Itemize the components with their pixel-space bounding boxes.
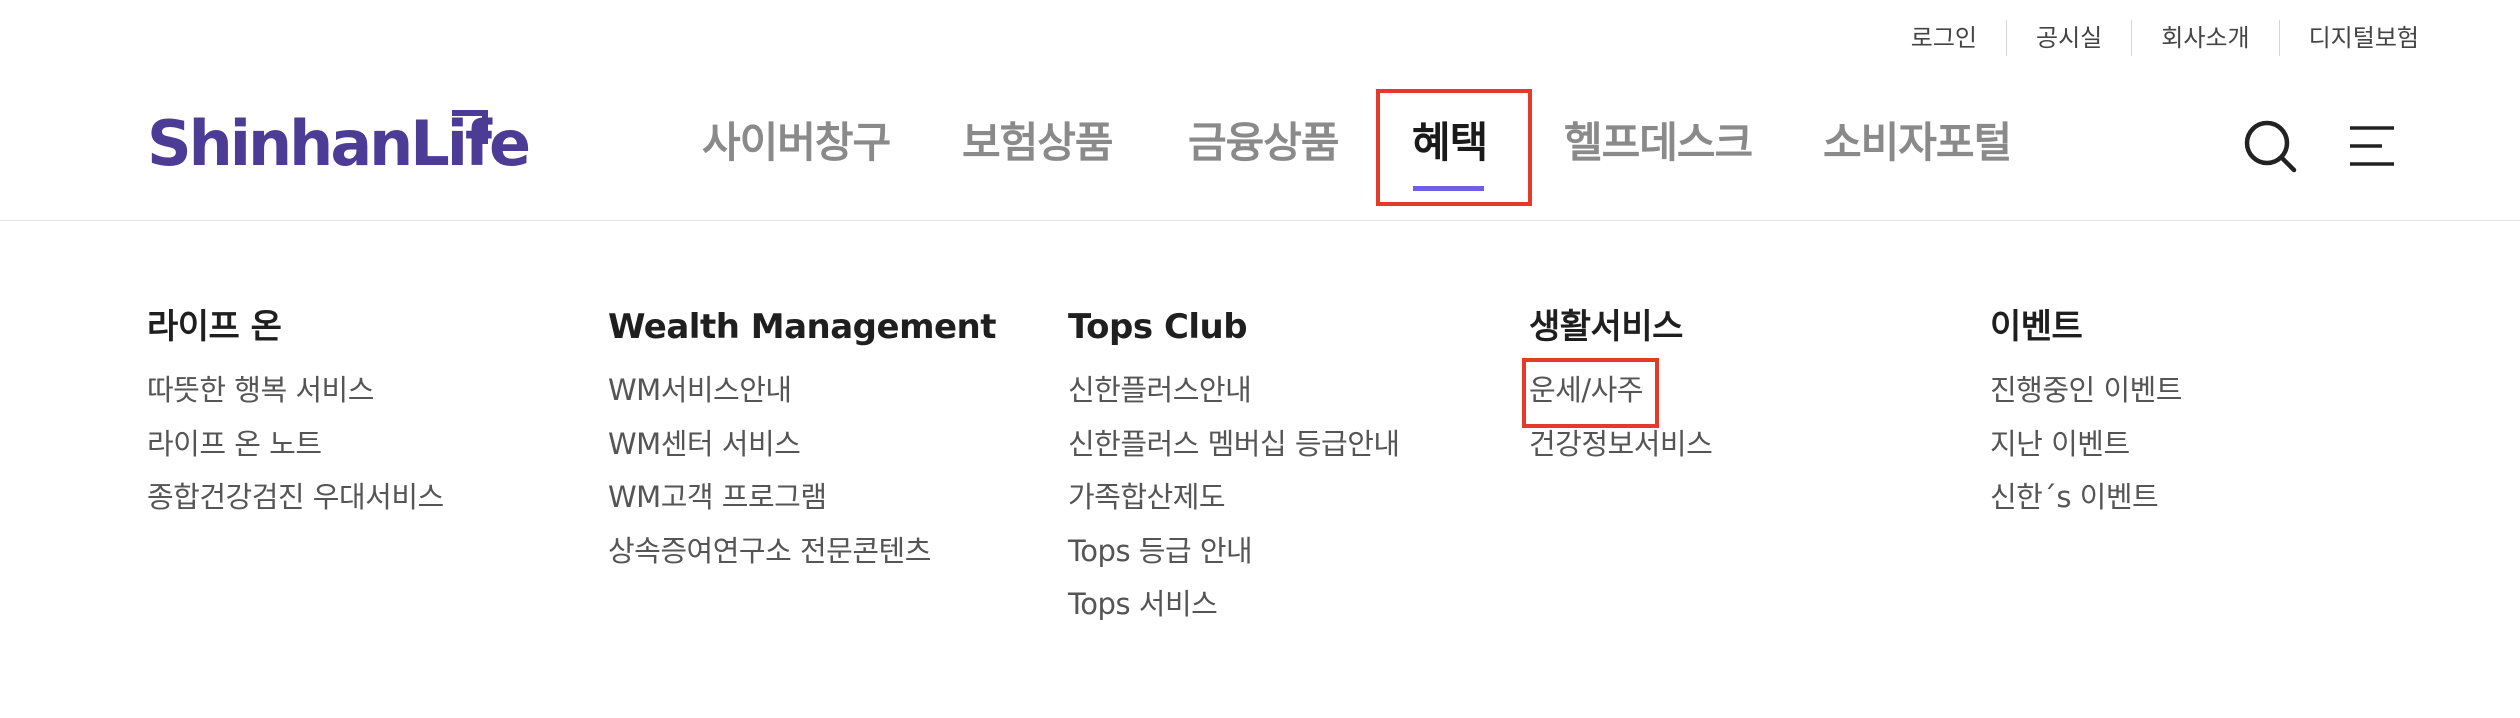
- search-icon[interactable]: [2242, 118, 2298, 174]
- nav-financial-products[interactable]: 금융상품: [1188, 88, 1340, 204]
- menu-item[interactable]: 라이프 온 노트: [147, 418, 444, 472]
- nav-consumer-portal[interactable]: 소비자포털: [1823, 88, 2012, 204]
- nav-help-desk[interactable]: 헬프데스크: [1564, 88, 1753, 204]
- nav-insurance-products[interactable]: 보험상품: [962, 88, 1114, 204]
- utility-nav: 로그인 공시실 회사소개 디지털보험: [1882, 20, 2419, 56]
- menu-item[interactable]: 상속증여연구소 전문콘텐츠: [608, 525, 996, 579]
- menu-item[interactable]: WM고객 프로그램: [608, 471, 996, 525]
- disclosure-link[interactable]: 공시실: [2006, 20, 2131, 56]
- menu-item[interactable]: 진행중인 이벤트: [1990, 364, 2182, 418]
- menu-item[interactable]: 지난 이벤트: [1990, 418, 2182, 472]
- menu-column-events: 이벤트 진행중인 이벤트 지난 이벤트 신한´s 이벤트: [1990, 300, 2182, 525]
- menu-item[interactable]: WM센터 서비스: [608, 418, 996, 472]
- digital-insurance-link[interactable]: 디지털보험: [2278, 20, 2419, 56]
- menu-item[interactable]: 종합건강검진 우대서비스: [147, 471, 444, 525]
- menu-item[interactable]: 신한´s 이벤트: [1990, 471, 2182, 525]
- menu-column-title: 생활서비스: [1529, 307, 1683, 347]
- highlight-box-benefits: [1376, 89, 1532, 206]
- menu-column-title: 라이프 온: [147, 307, 282, 347]
- menu-item[interactable]: Tops 등급 안내: [1068, 525, 1400, 579]
- menu-column-life-on: 라이프 온 따뜻한 행복 서비스 라이프 온 노트 종합건강검진 우대서비스: [147, 300, 444, 525]
- menu-column-title: Wealth Management: [608, 307, 997, 347]
- menu-item[interactable]: WM서비스안내: [608, 364, 996, 418]
- menu-item[interactable]: 따뜻한 행복 서비스: [147, 364, 444, 418]
- main-nav: 사이버창구 보험상품 금융상품 혜택 헬프데스크 소비자포털: [0, 88, 2520, 204]
- menu-item[interactable]: 가족합산제도: [1068, 471, 1400, 525]
- login-link[interactable]: 로그인: [1882, 20, 2006, 56]
- hamburger-menu-icon[interactable]: [2348, 124, 2396, 168]
- menu-column-title: Tops Club: [1068, 307, 1248, 347]
- highlight-box-fortune: [1522, 358, 1659, 428]
- company-intro-link[interactable]: 회사소개: [2131, 20, 2278, 56]
- menu-item[interactable]: Tops 서비스: [1068, 578, 1400, 632]
- menu-column-wealth-management: Wealth Management WM서비스안내 WM센터 서비스 WM고객 …: [608, 300, 997, 579]
- header-divider: [0, 220, 2520, 221]
- menu-item[interactable]: 신한플러스안내: [1068, 364, 1400, 418]
- menu-column-tops-club: Tops Club 신한플러스안내 신한플러스 멤버십 등급안내 가족합산제도 …: [1068, 300, 1400, 632]
- menu-column-title: 이벤트: [1990, 307, 2083, 347]
- nav-cyber-window[interactable]: 사이버창구: [702, 88, 891, 204]
- menu-item[interactable]: 신한플러스 멤버십 등급안내: [1068, 418, 1400, 472]
